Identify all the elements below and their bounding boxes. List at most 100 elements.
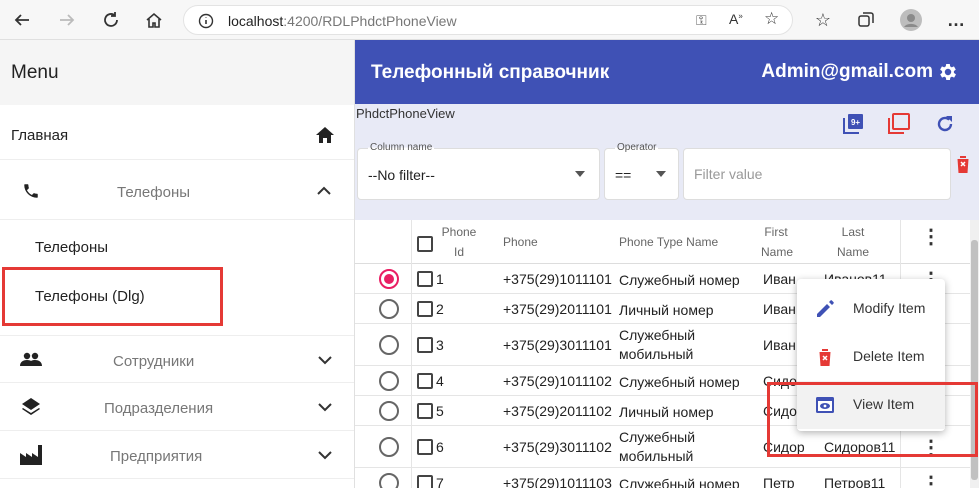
cell-phone-id: 3: [436, 337, 444, 353]
people-icon: [20, 352, 42, 366]
cell-phone-id: 4: [436, 373, 444, 389]
sidebar-header: Menu: [0, 40, 354, 105]
collections-icon[interactable]: [854, 8, 878, 32]
cell-phone-type: Служебный мобильный: [619, 327, 696, 362]
menu-item-label: Modify Item: [853, 300, 926, 316]
url-text: localhost:4200/RDLPhdctPhoneView: [228, 13, 457, 29]
cell-phone: +375(29)2011102: [503, 403, 612, 419]
cell-last-name: Петров11: [824, 475, 886, 488]
column-select-label: Column name: [368, 142, 435, 153]
highlight-box: [2, 267, 223, 326]
back-arrow-icon[interactable]: [10, 8, 34, 32]
row-radio[interactable]: [379, 437, 399, 457]
cell-phone: +375(29)1011101: [503, 271, 612, 287]
column-select-value: --No filter--: [368, 167, 435, 183]
cell-phone: +375(29)3011102: [503, 439, 612, 455]
sidebar-group-employees[interactable]: Сотрудники: [0, 335, 354, 383]
forward-arrow-icon[interactable]: [55, 8, 79, 32]
factory-icon: [20, 445, 42, 465]
copy-icon[interactable]: [887, 113, 911, 135]
chevron-up-icon[interactable]: [317, 186, 331, 195]
highlight-box: [767, 382, 978, 457]
row-radio[interactable]: [379, 473, 399, 488]
sidebar-item-home[interactable]: Главная: [0, 105, 354, 160]
cell-phone-id: 7: [436, 475, 444, 488]
header-phone[interactable]: Phone: [503, 232, 538, 252]
table-header-row: Phone Id Phone Phone Type Name First Name …: [355, 220, 970, 264]
operator-select-value: ==: [615, 167, 632, 183]
row-checkbox[interactable]: [417, 301, 433, 317]
home-icon[interactable]: [142, 8, 166, 32]
menu-item-delete[interactable]: Delete Item: [797, 333, 945, 381]
cell-first-name: Иван: [763, 301, 796, 317]
app-title: Телефонный справочник: [371, 62, 610, 83]
column-menu-icon[interactable]: ⋮: [921, 227, 941, 247]
sidebar-group-phones[interactable]: Телефоны: [0, 160, 354, 220]
header-last-name[interactable]: Last Name: [833, 222, 873, 262]
operator-select[interactable]: Operator ==: [604, 142, 679, 200]
add-favorite-icon[interactable]: ☆: [764, 9, 779, 29]
phone-icon: [24, 184, 38, 198]
row-checkbox[interactable]: [417, 475, 433, 488]
header-phone-type[interactable]: Phone Type Name: [619, 232, 718, 252]
add-multiple-icon[interactable]: 9+: [842, 113, 864, 135]
home-icon: [316, 127, 334, 143]
row-radio[interactable]: [379, 335, 399, 355]
address-bar[interactable]: localhost:4200/RDLPhdctPhoneView ⚿ A» ☆: [183, 5, 793, 35]
select-all-checkbox[interactable]: [417, 236, 433, 252]
sidebar-title: Menu: [11, 62, 59, 83]
menu-item-modify[interactable]: Modify Item: [797, 285, 945, 333]
cell-phone: +375(29)1011102: [503, 373, 612, 389]
sidebar-group-departments[interactable]: Подразделения: [0, 383, 354, 431]
cell-phone: +375(29)2011101: [503, 301, 612, 317]
column-select[interactable]: Column name --No filter--: [357, 142, 600, 200]
cell-phone-type: Личный номер: [619, 302, 714, 318]
filter-value-input[interactable]: Filter value: [683, 148, 951, 200]
sidebar-group-label: Подразделения: [104, 400, 214, 417]
row-checkbox[interactable]: [417, 337, 433, 353]
more-options-icon[interactable]: …: [944, 8, 968, 32]
pencil-icon: [817, 300, 834, 317]
row-menu-icon[interactable]: ⋮: [921, 471, 941, 488]
row-radio[interactable]: [379, 269, 399, 289]
row-checkbox[interactable]: [417, 271, 433, 287]
chevron-down-icon[interactable]: [318, 403, 332, 412]
chevron-down-icon[interactable]: [318, 356, 332, 365]
cell-phone-id: 5: [436, 403, 444, 419]
row-radio[interactable]: [379, 401, 399, 421]
key-icon[interactable]: ⚿: [696, 12, 707, 29]
delete-icon: [818, 349, 832, 366]
cell-phone-type: Личный номер: [619, 404, 714, 420]
row-checkbox[interactable]: [417, 439, 433, 455]
sidebar-group-label: Телефоны: [117, 184, 191, 201]
refresh-icon[interactable]: [99, 8, 123, 32]
row-checkbox[interactable]: [417, 373, 433, 389]
row-checkbox[interactable]: [417, 403, 433, 419]
browser-toolbar: localhost:4200/RDLPhdctPhoneView ⚿ A» ☆ …: [0, 0, 979, 40]
header-first-name[interactable]: First Name: [761, 222, 793, 262]
row-radio[interactable]: [379, 299, 399, 319]
refresh-icon[interactable]: [935, 114, 955, 134]
row-radio[interactable]: [379, 371, 399, 391]
svg-text:9+: 9+: [851, 118, 860, 127]
cell-first-name: Петр: [763, 475, 795, 488]
gear-icon[interactable]: [937, 61, 959, 83]
header-phone-id[interactable]: Phone Id: [435, 222, 483, 262]
layers-icon: [22, 398, 40, 415]
chevron-down-icon[interactable]: [318, 451, 332, 460]
cell-phone-id: 6: [436, 439, 444, 455]
sidebar-item-label: Главная: [11, 127, 69, 144]
sidebar-group-enterprises[interactable]: Предприятия: [0, 431, 354, 479]
table-row[interactable]: 7 +375(29)1011103 Служебный номер Петр Петро…: [355, 468, 970, 488]
sidebar-item-phones[interactable]: Телефоны: [35, 239, 108, 256]
read-aloud-icon[interactable]: A»: [729, 11, 743, 27]
dropdown-arrow-icon: [656, 171, 666, 177]
operator-select-label: Operator: [615, 142, 659, 153]
delete-filter-icon[interactable]: [955, 154, 971, 174]
profile-avatar[interactable]: [899, 8, 923, 32]
favorites-icon[interactable]: ☆: [811, 8, 835, 32]
info-icon[interactable]: [198, 13, 214, 29]
user-email[interactable]: Admin@gmail.com: [761, 61, 933, 83]
view-name: PhdctPhoneView: [356, 106, 455, 121]
menu-item-label: Delete Item: [853, 348, 925, 364]
